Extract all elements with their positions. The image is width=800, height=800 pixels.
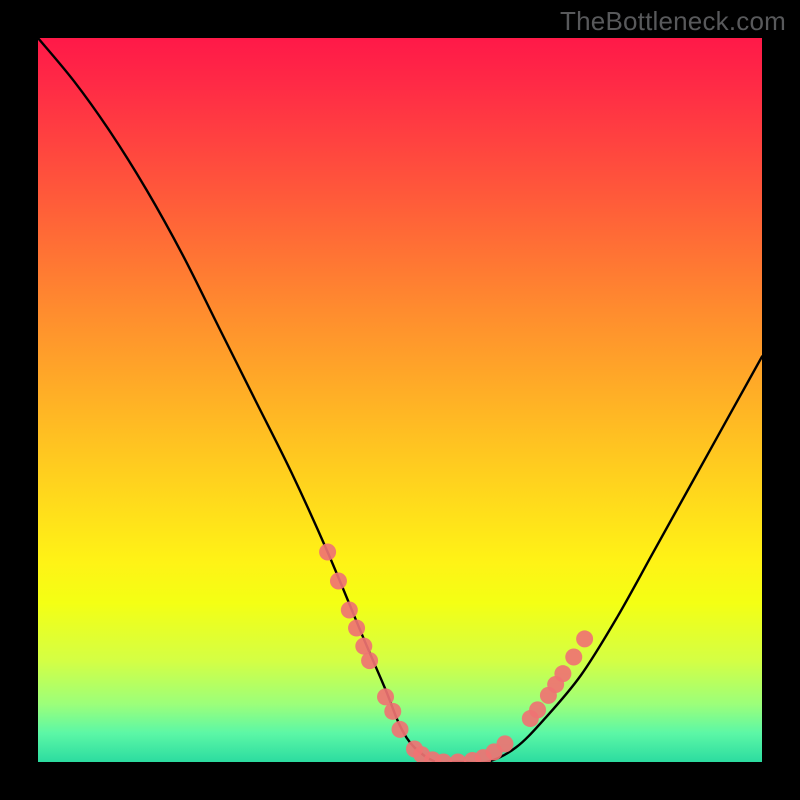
curve-line bbox=[38, 38, 762, 762]
plot-area bbox=[38, 38, 762, 762]
chart-overlay bbox=[38, 38, 762, 762]
watermark-text: TheBottleneck.com bbox=[560, 6, 786, 37]
highlight-dots bbox=[319, 544, 593, 762]
chart-stage: TheBottleneck.com bbox=[0, 0, 800, 800]
